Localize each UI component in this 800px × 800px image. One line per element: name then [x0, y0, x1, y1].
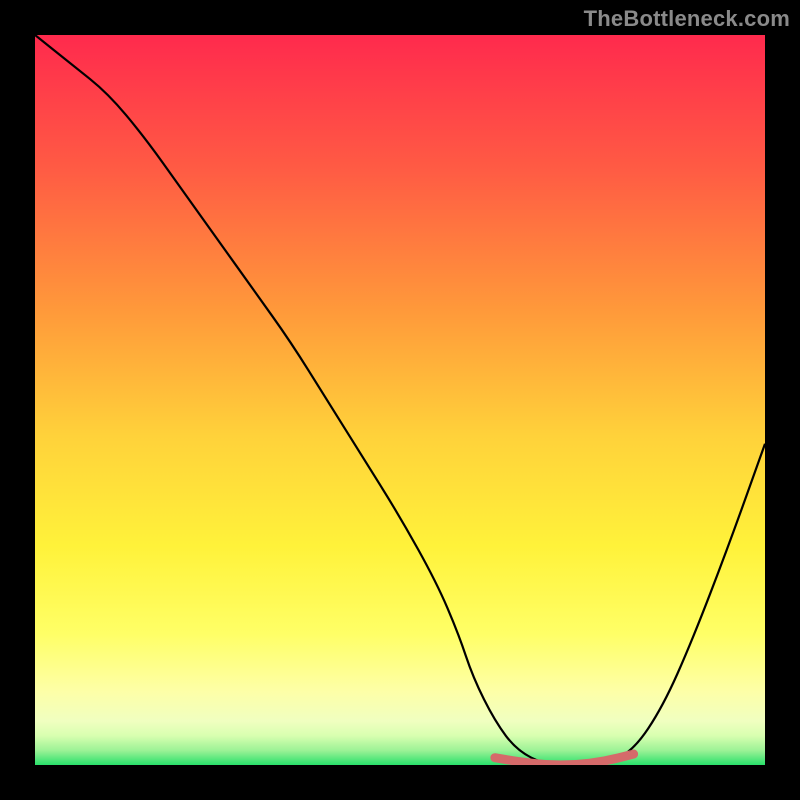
plot-area [35, 35, 765, 765]
watermark-text: TheBottleneck.com [584, 6, 790, 32]
optimal-range-highlight [495, 754, 634, 765]
curve-path [35, 35, 765, 765]
chart-frame: TheBottleneck.com [0, 0, 800, 800]
bottleneck-curve [35, 35, 765, 765]
